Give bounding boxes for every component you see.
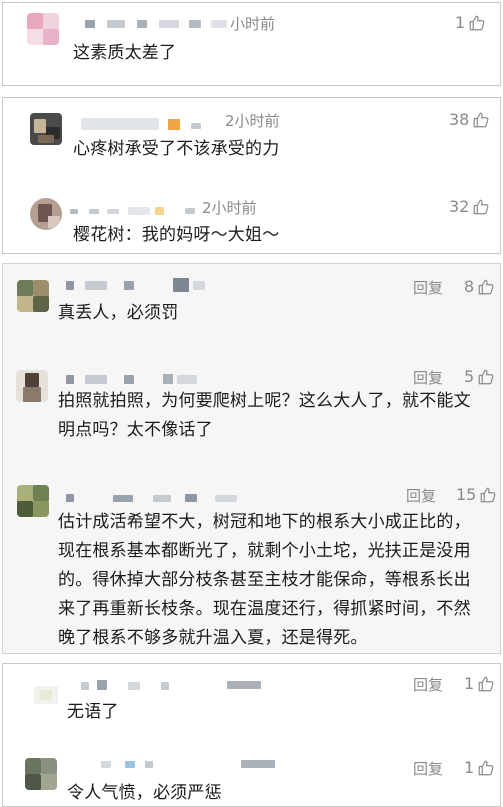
comment-text: 樱花树：我的妈呀～大姐～ [73, 225, 280, 245]
like-button[interactable]: 32 [449, 197, 490, 216]
like-button[interactable]: 5 [464, 367, 495, 386]
comment-item: 回复 8 真丢人，必须罚 [3, 264, 500, 360]
avatar[interactable] [17, 280, 49, 312]
avatar[interactable] [30, 678, 62, 710]
comment-text-line: 现在根系基本都断光了，就剩个小土坨，光扶正是没用 [58, 541, 471, 561]
thumbs-up-icon [469, 15, 485, 30]
like-count: 8 [464, 277, 475, 296]
comment-item: 回复 1 无语了 [3, 664, 500, 742]
thumbs-up-icon [478, 676, 494, 691]
reply-button[interactable]: 回复 [413, 758, 443, 779]
avatar[interactable] [30, 198, 62, 230]
like-count: 1 [455, 13, 466, 32]
comment-text: 无语了 [67, 702, 119, 722]
like-button[interactable]: 38 [449, 110, 490, 129]
thumbs-up-icon [478, 760, 494, 775]
avatar[interactable] [27, 13, 59, 45]
comment-text: 真丢人，必须罚 [58, 303, 179, 323]
comment-card: 回复 8 真丢人，必须罚 回复 5 拍照就拍照，为何要爬树上呢？这么大人了，就不… [2, 263, 501, 654]
comment-text-line: 的。得休掉大部分枝条甚至主枝才能保命，等根系长出 [58, 570, 471, 590]
comment-time: 2小时前 [202, 199, 257, 217]
comment-time: 2小时前 [225, 112, 280, 130]
comment-card: 回复 1 无语了 回复 1 令人气愤，必须严惩 [2, 663, 501, 807]
comment-text-line: 晚了根系不够多就升温入夏，还是得死。 [58, 628, 368, 648]
like-count: 32 [449, 197, 470, 216]
thumbs-up-icon [478, 369, 494, 384]
comment-text: 这素质太差了 [73, 43, 177, 63]
like-count: 1 [464, 674, 475, 693]
comment-item: 2小时前 38 心疼树承受了不该承受的力 [3, 98, 500, 178]
like-count: 1 [464, 758, 475, 777]
like-button[interactable]: 8 [464, 277, 495, 296]
thumbs-up-icon [474, 112, 489, 127]
comment-time: 小时前 [230, 15, 276, 33]
comment-item: 回复 5 拍照就拍照，为何要爬树上呢？这么大人了，就不能文 明点吗？太不像话了 [3, 360, 500, 477]
like-count: 15 [456, 485, 477, 504]
comment-item: 2小时前 32 樱花树：我的妈呀～大姐～ [3, 178, 500, 254]
comment-item: 回复 15 估计成活希望不大，树冠和地下的根系大小成正比的， 现在根系基本都断光… [3, 477, 500, 655]
reply-button[interactable]: 回复 [413, 277, 443, 298]
comment-text: 估计成活希望不大，树冠和地下的根系大小成正比的， 现在根系基本都断光了，就剩个小… [58, 508, 471, 653]
comment-text-line: 估计成活希望不大，树冠和地下的根系大小成正比的， [58, 512, 471, 532]
like-button[interactable]: 1 [464, 674, 495, 693]
comment-text: 拍照就拍照，为何要爬树上呢？这么大人了，就不能文 明点吗？太不像话了 [58, 387, 471, 445]
comment-card: 2小时前 38 心疼树承受了不该承受的力 2小时前 32 樱花树：我的妈呀～大姐… [2, 97, 501, 254]
comment-text: 心疼树承受了不该承受的力 [73, 139, 280, 159]
avatar[interactable] [16, 370, 48, 402]
like-count: 5 [464, 367, 475, 386]
thumbs-up-icon [474, 199, 489, 214]
comment-text-line: 来了再重新长枝条。现在温度还行，得抓紧时间，不然 [58, 599, 471, 619]
avatar[interactable] [30, 113, 62, 145]
reply-button[interactable]: 回复 [413, 367, 443, 388]
comment-item: 小时前 1 这素质太差了 [3, 3, 500, 87]
comment-item: 回复 1 令人气愤，必须严惩 [3, 742, 500, 807]
like-button[interactable]: 15 [456, 485, 497, 504]
comment-card: 小时前 1 这素质太差了 [2, 2, 501, 86]
comment-text: 令人气愤，必须严惩 [67, 783, 222, 803]
avatar[interactable] [17, 485, 49, 517]
reply-button[interactable]: 回复 [413, 674, 443, 695]
reply-button[interactable]: 回复 [406, 485, 436, 506]
like-count: 38 [449, 110, 470, 129]
like-button[interactable]: 1 [464, 758, 495, 777]
avatar[interactable] [25, 758, 57, 790]
thumbs-up-icon [481, 487, 496, 502]
comment-text-line: 拍照就拍照，为何要爬树上呢？这么大人了，就不能文 [58, 391, 471, 411]
like-button[interactable]: 1 [455, 13, 486, 32]
comment-text-line: 明点吗？太不像话了 [58, 420, 213, 440]
thumbs-up-icon [478, 279, 494, 294]
